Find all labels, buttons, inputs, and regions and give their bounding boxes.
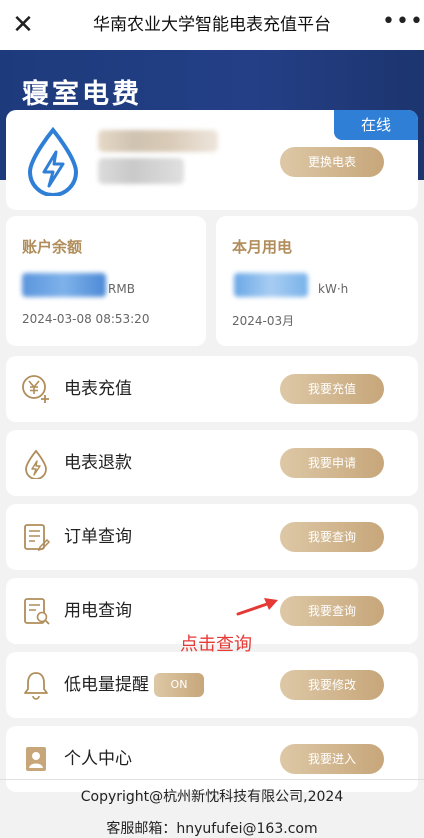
usage-unit: kW·h <box>318 282 349 296</box>
modify-alert-button[interactable]: 我要修改 <box>280 670 384 700</box>
app-title: 华南农业大学智能电表充值平台 <box>93 15 331 35</box>
menu-label-personal: 个人中心 <box>64 749 132 769</box>
annotation-text: 点击查询 <box>180 634 252 655</box>
balance-card: 账户余额 RMB 2024-03-08 08:53:20 <box>6 216 206 346</box>
usage-card: 本月用电 kW·h 2024-03月 <box>216 216 418 346</box>
menu-item-personal: 个人中心 我要进入 <box>6 726 418 792</box>
menu-item-refund: 电表退款 我要申请 <box>6 430 418 496</box>
usage-amount-redacted <box>234 273 308 297</box>
menu-item-recharge: 电表充值 我要充值 <box>6 356 418 422</box>
query-usage-button[interactable]: 我要查询 <box>280 596 384 626</box>
refund-drop-icon <box>25 449 47 479</box>
menu-item-low-battery: 低电量提醒 ON 我要修改 <box>6 652 418 718</box>
usage-label: 本月用电 <box>232 238 293 256</box>
balance-label: 账户余额 <box>22 238 83 256</box>
menu-label-orders: 订单查询 <box>64 527 132 547</box>
page-title: 寝室电费 <box>22 79 142 110</box>
meter-id-redacted <box>98 158 184 184</box>
menu-label-low-battery: 低电量提醒 <box>64 675 149 695</box>
bell-icon <box>24 672 48 700</box>
top-bar: ✕ 华南农业大学智能电表充值平台 ••• <box>0 0 424 50</box>
apply-refund-button[interactable]: 我要申请 <box>280 448 384 478</box>
menu-label-recharge: 电表充值 <box>64 379 132 399</box>
change-meter-button[interactable]: 更换电表 <box>280 147 384 177</box>
query-orders-button[interactable]: 我要查询 <box>280 522 384 552</box>
menu-label-refund: 电表退款 <box>64 453 132 473</box>
person-icon <box>26 747 46 771</box>
balance-time: 2024-03-08 08:53:20 <box>22 312 150 326</box>
lightning-drop-icon <box>27 126 79 196</box>
low-battery-toggle[interactable]: ON <box>154 673 204 697</box>
footer-copyright: Copyright@杭州新忱科技有限公司,2024 <box>80 789 344 805</box>
recharge-button[interactable]: 我要充值 <box>280 374 384 404</box>
usage-search-icon <box>24 598 50 625</box>
close-icon[interactable]: ✕ <box>8 10 38 40</box>
menu-item-orders: 订单查询 我要查询 <box>6 504 418 570</box>
status-badge: 在线 <box>334 110 418 140</box>
order-doc-icon <box>24 524 51 552</box>
meter-card: 在线 更换电表 <box>6 110 418 210</box>
enter-personal-button[interactable]: 我要进入 <box>280 744 384 774</box>
balance-amount-redacted <box>22 273 106 297</box>
balance-unit: RMB <box>108 282 135 296</box>
footer-divider <box>0 779 424 780</box>
yuan-plus-icon <box>22 375 49 403</box>
footer-email: 客服邮箱：hnyufufei@163.com <box>106 821 318 837</box>
more-icon[interactable]: ••• <box>382 10 423 40</box>
meter-name-redacted <box>98 130 218 152</box>
usage-time: 2024-03月 <box>232 314 295 328</box>
menu-label-usage: 用电查询 <box>64 601 132 621</box>
annotation-arrow-icon <box>236 598 278 616</box>
